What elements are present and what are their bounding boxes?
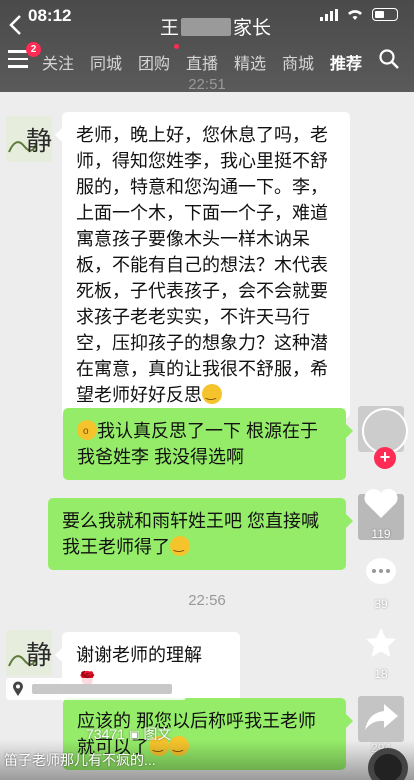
like-button[interactable]: 119 [356,486,406,541]
location-pin-icon [13,681,23,696]
tab-featured[interactable]: 精选 [226,50,274,74]
message-bubble[interactable]: 老师，晚上好，您休息了吗，老师，得知您姓李，我心里挺不舒服的，特意和您沟通一下。… [55,112,350,418]
shocked-emoji-icon [77,420,97,440]
post-description[interactable]: 笛子老师那儿有不疯的... [4,750,156,770]
favorite-count: 18 [374,667,388,681]
favorite-button[interactable]: 18 [356,626,406,681]
smile-emoji-icon [202,384,222,404]
tab-mall[interactable]: 商城 [274,50,322,74]
message-text: 我认真反思了一下 根源在于我爸姓李 我没得选啊 [77,421,318,467]
message-text: 要么我就和雨轩姓王吧 您直接喊我王老师得了 [62,511,319,557]
avatar: 静 [6,116,52,162]
status-time: 08:12 [28,6,72,25]
search-icon[interactable] [378,48,400,70]
music-disc-icon[interactable] [368,748,408,780]
battery-icon [372,8,398,21]
feed-tabs: 关注 同城 团购 直播 精选 商城 推荐 [34,44,370,74]
wifi-icon [348,10,362,20]
share-icon [365,704,398,730]
tab-recommend[interactable]: 推荐 [322,50,370,74]
comment-count: 39 [374,597,388,611]
redacted-location [32,684,172,694]
svg-text:静: 静 [26,127,52,157]
view-count: 73471 ▣ 图文 [86,724,171,744]
timestamp: 22:56 [188,592,226,609]
star-icon [366,628,396,657]
smile-emoji-icon [170,536,190,556]
image-text-icon: ▣ [128,728,140,741]
follow-plus-icon[interactable]: + [374,447,396,469]
live-dot [174,44,179,49]
svg-text:静: 静 [26,641,52,671]
message-bubble[interactable]: 我认真反思了一下 根源在于我爸姓李 我没得选啊 [63,408,353,480]
timestamp: 22:51 [188,76,226,93]
tab-live[interactable]: 直播 [174,44,226,74]
location-tag[interactable] [6,678,186,700]
message-text: 谢谢老师的理解 [76,645,202,665]
signal-icon [320,8,338,21]
view-count-value: 73471 [86,726,125,742]
like-count: 119 [371,527,391,541]
message-bubble[interactable]: 要么我就和雨轩姓王吧 您直接喊我王老师得了 [48,498,353,570]
tab-following[interactable]: 关注 [34,50,82,74]
comment-button[interactable]: 39 [356,556,406,611]
heart-icon [364,488,398,518]
tab-groupbuy[interactable]: 团购 [130,50,178,74]
avatar: 静 [6,630,52,676]
message-text: 老师，晚上好，您休息了吗，老师，得知您姓李，我心里挺不舒服的，特意和您沟通一下。… [76,125,328,405]
tab-nearby[interactable]: 同城 [82,50,130,74]
post-type-tag: 图文 [143,726,172,742]
comment-icon [366,558,396,584]
status-bar: 08:12 [0,0,414,30]
